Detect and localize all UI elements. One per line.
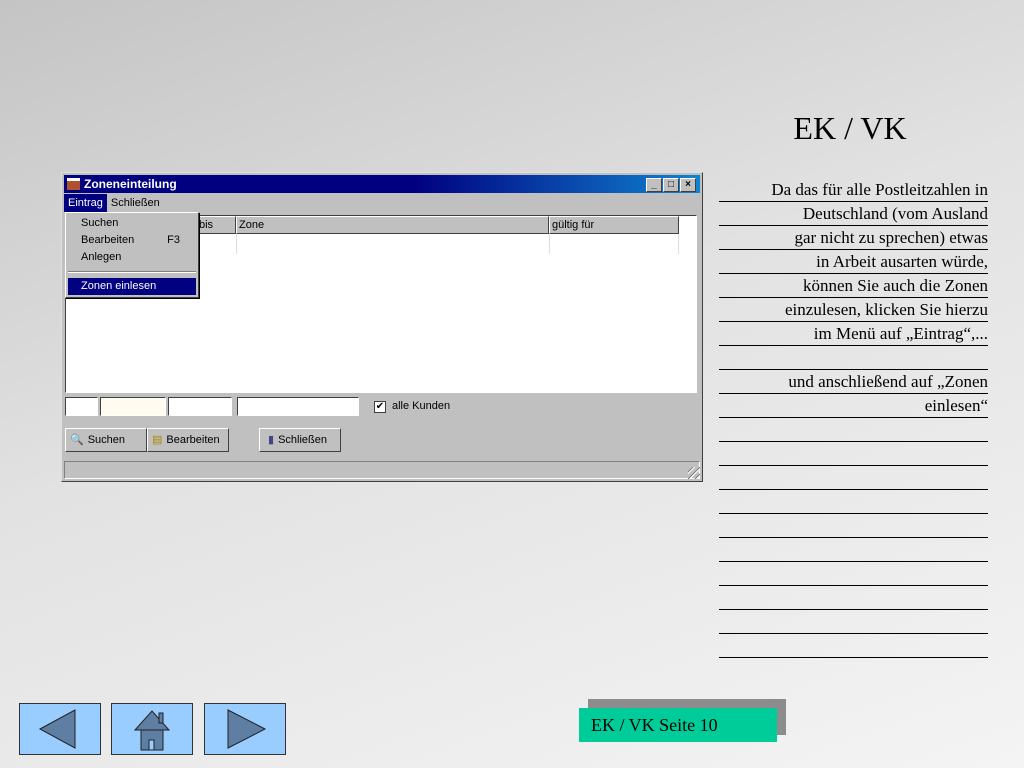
text-line <box>719 418 988 442</box>
text-line <box>719 490 988 514</box>
door-icon: ▮ <box>268 434 275 446</box>
text-line <box>719 514 988 538</box>
home-button[interactable] <box>111 703 193 755</box>
resize-grip-icon[interactable] <box>688 467 700 479</box>
input-zone[interactable] <box>237 397 359 416</box>
text-line: Da das für alle Postleitzahlen in <box>719 178 988 202</box>
text-line <box>719 562 988 586</box>
label: Bearbeiten <box>166 434 220 446</box>
page-badge: EK / VK Seite 10 <box>579 708 777 742</box>
column-gueltig-fuer[interactable]: gültig für <box>549 216 679 234</box>
app-icon <box>67 178 80 190</box>
home-icon <box>133 710 171 751</box>
label: Bearbeiten <box>81 234 135 246</box>
text-line <box>719 442 988 466</box>
schliessen-button[interactable]: ▮ Schließen <box>259 428 341 452</box>
slide-title: EK / VK <box>793 110 907 146</box>
text-line: und anschließend auf „Zonen <box>719 370 988 394</box>
text-line: im Menü auf „Eintrag“,... <box>719 322 988 346</box>
eintrag-dropdown: Suchen Bearbeiten F3 Anlegen Zonen einles… <box>65 212 199 298</box>
menu-item-bearbeiten[interactable]: Bearbeiten F3 <box>66 232 198 249</box>
text-line <box>719 538 988 562</box>
menu-item-zonen-einlesen[interactable]: Zonen einlesen <box>68 278 196 295</box>
column-bis[interactable]: bis <box>196 216 236 234</box>
menu-item-anlegen[interactable]: Anlegen <box>66 249 198 266</box>
next-button[interactable] <box>204 703 286 755</box>
menu-item-suchen[interactable]: Suchen <box>66 215 198 232</box>
bearbeiten-button[interactable]: ▤ Bearbeiten <box>147 428 229 452</box>
shortcut: F3 <box>167 234 180 246</box>
input-1[interactable] <box>65 397 98 416</box>
menu-eintrag[interactable]: Eintrag <box>64 194 107 212</box>
text-line <box>719 634 988 658</box>
text-line: in Arbeit ausarten würde, <box>719 250 988 274</box>
text-line <box>719 346 988 370</box>
search-icon: 🔍 <box>70 434 84 446</box>
window-title: Zoneneinteilung <box>84 177 177 191</box>
edit-icon: ▤ <box>152 434 163 446</box>
previous-button[interactable] <box>19 703 101 755</box>
alle-kunden-checkbox[interactable]: ✔ <box>374 401 386 413</box>
label: Schließen <box>278 434 327 446</box>
suchen-button[interactable]: 🔍 Suchen <box>65 428 147 452</box>
maximize-button[interactable]: □ <box>663 178 679 192</box>
text-line <box>719 466 988 490</box>
text-line <box>719 610 988 634</box>
arrow-left-icon <box>38 709 76 749</box>
text-line: können Sie auch die Zonen <box>719 274 988 298</box>
minimize-button[interactable]: _ <box>646 178 662 192</box>
text-line <box>719 586 988 610</box>
text-line: Deutschland (vom Ausland <box>719 202 988 226</box>
menu-bar: Eintrag Schließen <box>64 194 164 212</box>
close-button[interactable]: × <box>680 178 696 192</box>
instruction-text: Da das für alle Postleitzahlen in Deutsch… <box>719 178 988 658</box>
zoneneinteilung-window: Zoneneinteilung _ □ × Eintrag Schließen … <box>61 172 703 482</box>
text-line: gar nicht zu sprechen) etwas <box>719 226 988 250</box>
input-3[interactable] <box>168 397 232 416</box>
menu-separator <box>68 271 196 273</box>
arrow-right-icon <box>227 709 267 749</box>
alle-kunden-label: alle Kunden <box>392 400 451 412</box>
text-line: einzulesen, klicken Sie hierzu <box>719 298 988 322</box>
title-bar[interactable]: Zoneneinteilung _ □ × <box>64 175 700 193</box>
menu-schliessen[interactable]: Schließen <box>107 194 164 212</box>
column-zone[interactable]: Zone <box>236 216 549 234</box>
text-line: einlesen“ <box>719 394 988 418</box>
label: Suchen <box>87 434 126 446</box>
status-bar <box>64 461 700 479</box>
input-2[interactable] <box>100 397 166 416</box>
